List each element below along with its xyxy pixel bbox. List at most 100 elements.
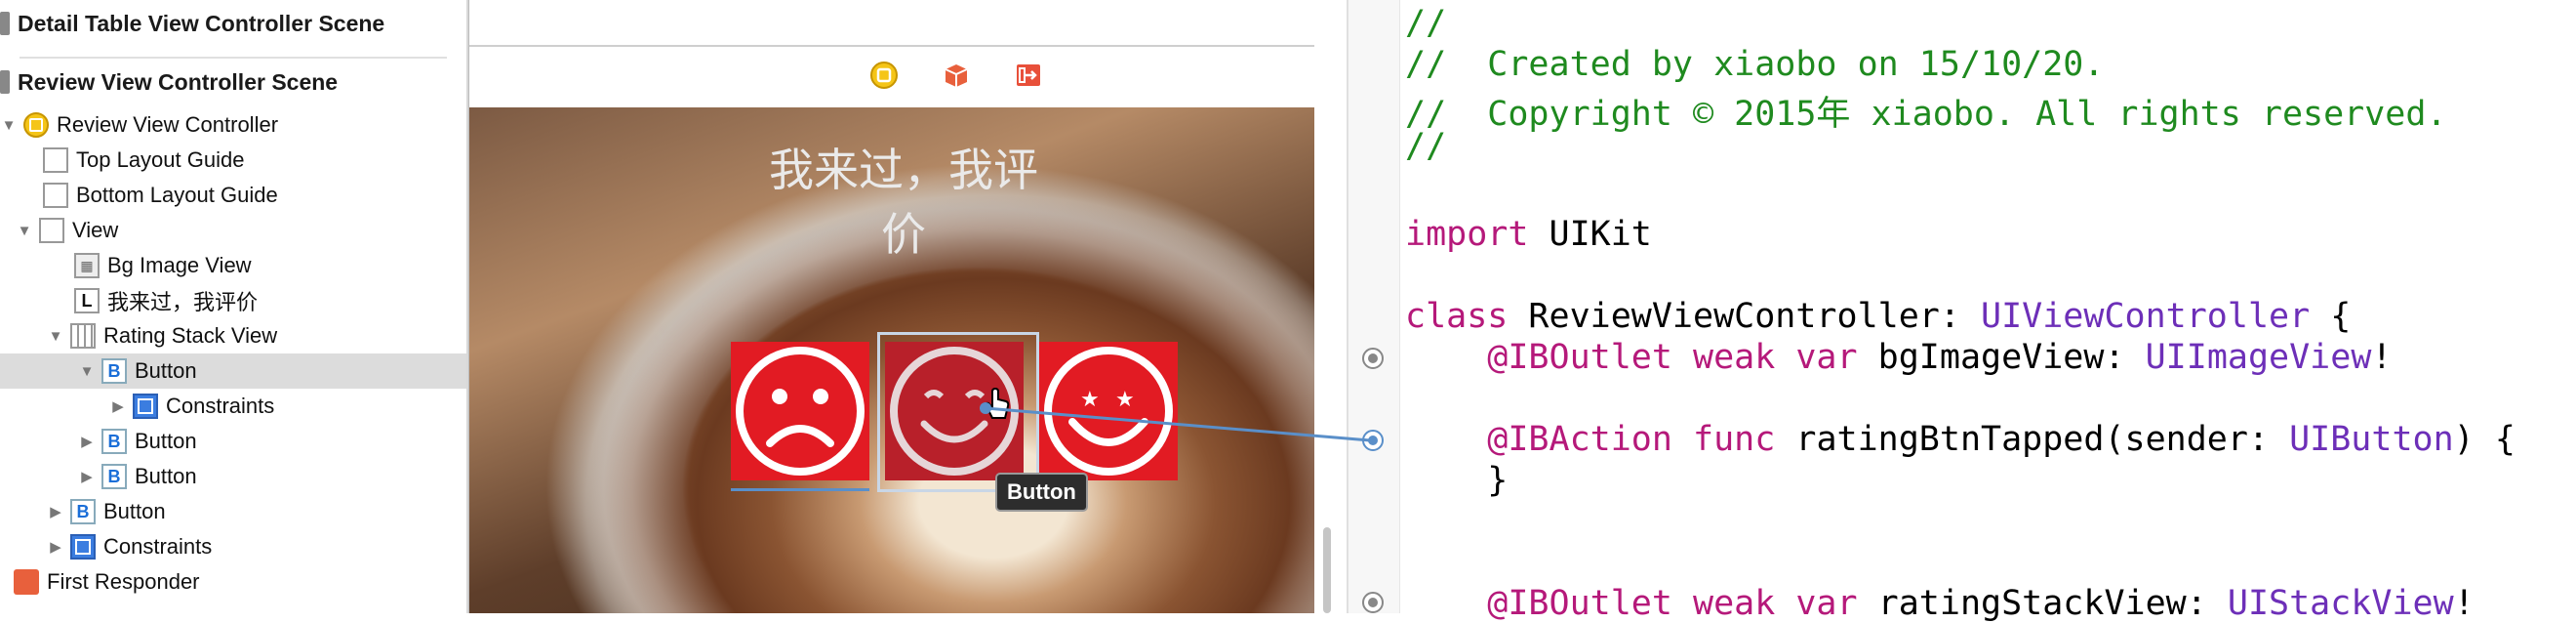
label-icon: L: [74, 288, 100, 313]
scene-title: Detail Table View Controller Scene: [18, 10, 385, 36]
outlet-connection-circle[interactable]: [1362, 592, 1384, 613]
disclosure-triangle-icon[interactable]: ▼: [16, 223, 33, 239]
code-type: UIStackView: [2227, 584, 2454, 623]
code-type: UIViewController: [1981, 297, 2311, 336]
outline-item-constraints[interactable]: ▶ Constraints: [0, 529, 466, 564]
outline-item-label: Button: [103, 499, 166, 523]
outline-item-label: Constraints: [166, 394, 275, 418]
code-comment: //: [1405, 4, 1447, 43]
hand-cursor-icon: [983, 387, 1010, 420]
scene-frame: 我来过，我评价 ★ ★: [468, 0, 1314, 613]
outline-item-constraints[interactable]: ▶ Constraints: [0, 389, 466, 424]
constraints-icon: [133, 394, 158, 419]
code-text: bgImageView:: [1857, 338, 2146, 377]
outline-item-button-selected[interactable]: ▼ B Button: [0, 353, 466, 389]
code-keyword: @IBAction func: [1405, 420, 1776, 459]
outline-item-button[interactable]: ▶ B Button: [0, 424, 466, 459]
outline-item-button[interactable]: ▶ B Button: [0, 459, 466, 494]
outline-item-label: Review View Controller: [57, 112, 279, 137]
scene-icon: [0, 12, 10, 35]
layout-guide-icon: [43, 147, 68, 173]
disclosure-triangle-icon[interactable]: ▶: [78, 468, 96, 485]
outline-item-label: View: [72, 218, 119, 242]
constraints-icon: [70, 534, 96, 560]
outlet-connection-circle[interactable]: [1362, 348, 1384, 369]
disclosure-triangle-icon[interactable]: ▶: [47, 503, 64, 520]
code-type: UIButton: [2289, 420, 2454, 459]
button-icon: B: [101, 464, 127, 489]
code-comment: //: [1405, 127, 1447, 166]
code-type: UIImageView: [2145, 338, 2372, 377]
code-text: !: [2453, 584, 2475, 623]
selection-outline: [877, 332, 1039, 492]
code-line-close-brace: }: [1405, 461, 1509, 500]
view-controller-icon: [23, 112, 49, 138]
disclosure-triangle-icon[interactable]: ▶: [78, 433, 96, 450]
code-line-outlet-stack: @IBOutlet weak var ratingStackView: UISt…: [1405, 584, 2475, 623]
first-responder-icon[interactable]: [942, 61, 971, 90]
outline-item-view[interactable]: ▼ View: [0, 213, 466, 248]
outline-item-bg-image-view[interactable]: ▦ Bg Image View: [0, 248, 466, 283]
outline-item-rating-stack-view[interactable]: ▼ Rating Stack View: [0, 318, 466, 353]
code-text: UIKit: [1528, 215, 1652, 254]
code-keyword: class: [1405, 297, 1509, 336]
code-keyword: import: [1405, 215, 1529, 254]
outline-item-label: Button: [135, 429, 197, 453]
outline-item-bottom-layout-guide[interactable]: Bottom Layout Guide: [0, 178, 466, 213]
code-comment: // Copyright © 2015年 xiaobo. All rights …: [1405, 95, 2447, 134]
rating-title-label[interactable]: 我来过，我评价: [752, 135, 1055, 264]
disclosure-triangle-icon[interactable]: ▼: [0, 117, 18, 134]
code-line-action: @IBAction func ratingBtnTapped(sender: U…: [1405, 420, 2516, 459]
scene-icon: [0, 70, 10, 94]
outline-item-label-title[interactable]: L 我来过，我评价: [0, 283, 466, 318]
code-editor[interactable]: // // Created by xiaobo on 15/10/20. // …: [1405, 0, 2576, 623]
outline-item-top-layout-guide[interactable]: Top Layout Guide: [0, 143, 466, 178]
sad-face-icon: [736, 347, 865, 476]
disclosure-triangle-icon[interactable]: ▶: [109, 397, 127, 415]
disclosure-triangle-icon[interactable]: ▼: [47, 328, 64, 345]
scene-title: Review View Controller Scene: [18, 68, 339, 95]
button-icon: B: [70, 499, 96, 524]
outline-item-label: 我来过，我评价: [107, 290, 259, 314]
code-text: !: [2371, 338, 2393, 377]
first-responder-icon: [14, 569, 39, 595]
outline-item-label: Top Layout Guide: [76, 147, 245, 172]
document-outline: Detail Table View Controller Scene Revie…: [0, 0, 468, 613]
outline-item-review-vc[interactable]: ▼ Review View Controller: [0, 107, 466, 143]
outline-item-label: Constraints: [103, 534, 213, 559]
sad-face-button[interactable]: [731, 342, 869, 480]
button-tooltip: Button: [995, 473, 1088, 512]
star-face-button[interactable]: ★ ★: [1039, 342, 1178, 480]
view-controller-icon[interactable]: [869, 61, 899, 90]
svg-text:★: ★: [1115, 388, 1135, 412]
scene-dock: [469, 45, 1314, 109]
scene-detail-table[interactable]: Detail Table View Controller Scene: [0, 6, 384, 41]
outline-item-label: Rating Stack View: [103, 323, 278, 348]
code-line-class: class ReviewViewController: UIViewContro…: [1405, 297, 2351, 336]
outline-item-label: Button: [135, 358, 197, 383]
disclosure-triangle-icon[interactable]: ▼: [78, 363, 96, 380]
canvas-scrollbar[interactable]: [1323, 527, 1331, 613]
action-connection-circle[interactable]: [1362, 430, 1384, 451]
code-keyword: @IBOutlet weak var: [1405, 338, 1858, 377]
button-icon: B: [101, 429, 127, 454]
code-text: ratingBtnTapped(sender:: [1775, 420, 2290, 459]
divider: [20, 57, 447, 59]
scene-review[interactable]: Review View Controller Scene: [0, 64, 338, 100]
exit-icon[interactable]: [1014, 61, 1043, 90]
code-line-outlet-bg: @IBOutlet weak var bgImageView: UIImageV…: [1405, 338, 2392, 377]
code-keyword: @IBOutlet weak var: [1405, 584, 1858, 623]
outline-item-label: Bottom Layout Guide: [76, 183, 278, 207]
storyboard-canvas: 我来过，我评价 ★ ★: [468, 0, 1331, 613]
outline-item-button[interactable]: ▶ B Button: [0, 494, 466, 529]
editor-gutter: [1348, 0, 1400, 613]
outline-item-first-responder[interactable]: First Responder: [0, 564, 466, 600]
code-text: {: [2310, 297, 2352, 336]
button-icon: B: [101, 358, 127, 384]
outline-item-label: Button: [135, 464, 197, 488]
disclosure-triangle-icon[interactable]: ▶: [47, 538, 64, 556]
stack-view-icon: [70, 323, 96, 349]
code-text: ratingStackView:: [1857, 584, 2228, 623]
code-text: ) {: [2453, 420, 2516, 459]
image-view-icon: ▦: [74, 253, 100, 278]
